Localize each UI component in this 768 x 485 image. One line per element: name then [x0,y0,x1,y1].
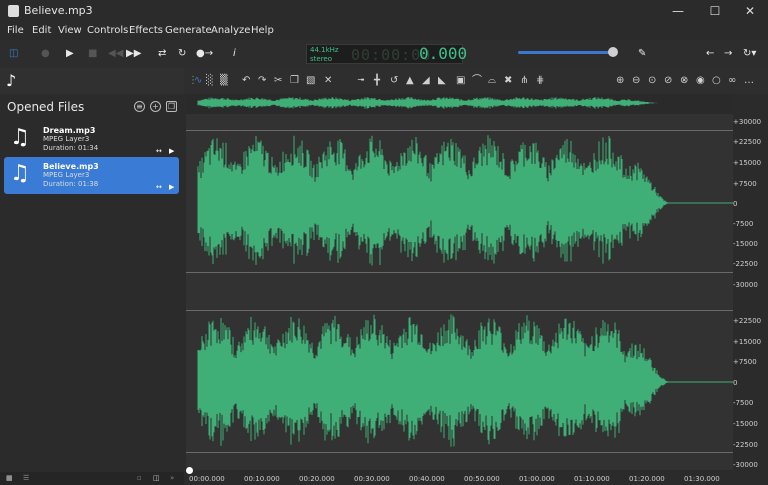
channel-1-waveform [197,135,733,266]
amp-label: +22500 [733,317,762,325]
amp-label: -22500 [733,260,758,268]
time-label: 00:10.000 [244,475,280,483]
time-label: 00:40.000 [409,475,445,483]
amp-label: 0 [733,200,738,208]
time-label: 01:00.000 [519,475,555,483]
time-label: 00:30.000 [354,475,390,483]
amp-label: -7500 [733,399,754,407]
overview-waveform-bars [197,97,658,109]
time-label: 00:20.000 [299,475,335,483]
amp-label: +30000 [733,118,762,126]
time-label: 01:20.000 [629,475,665,483]
amplitude-ruler: +30000 +22500 +15000 +7500 0 -7500 -1500… [733,94,768,470]
time-ruler[interactable]: 00:00.000 00:10.000 00:20.000 00:30.000 … [186,467,733,485]
amp-label: -30000 [733,281,758,289]
amp-label: -15000 [733,420,758,428]
amp-label: +7500 [733,180,757,188]
time-label: 01:10.000 [574,475,610,483]
channel-2-bottom-border [186,452,733,453]
channel-1-bottom-border [186,272,733,273]
amp-label: +15000 [733,338,762,346]
channel-2-waveform [197,314,733,447]
amp-label: +22500 [733,138,762,146]
amp-label: -30000 [733,461,758,469]
amp-label: 0 [733,379,738,387]
time-label: 00:50.000 [464,475,500,483]
amp-label: +7500 [733,358,757,366]
amp-label: +15000 [733,159,762,167]
amp-label: -22500 [733,441,758,449]
channel-1-top-border [186,130,733,131]
time-label: 00:00.000 [189,475,225,483]
time-label: 01:30.000 [684,475,720,483]
amp-label: -7500 [733,220,754,228]
waveform-canvas[interactable] [0,0,768,485]
amp-label: -15000 [733,240,758,248]
channel-2-top-border [186,310,733,311]
playhead-marker[interactable] [186,467,193,474]
